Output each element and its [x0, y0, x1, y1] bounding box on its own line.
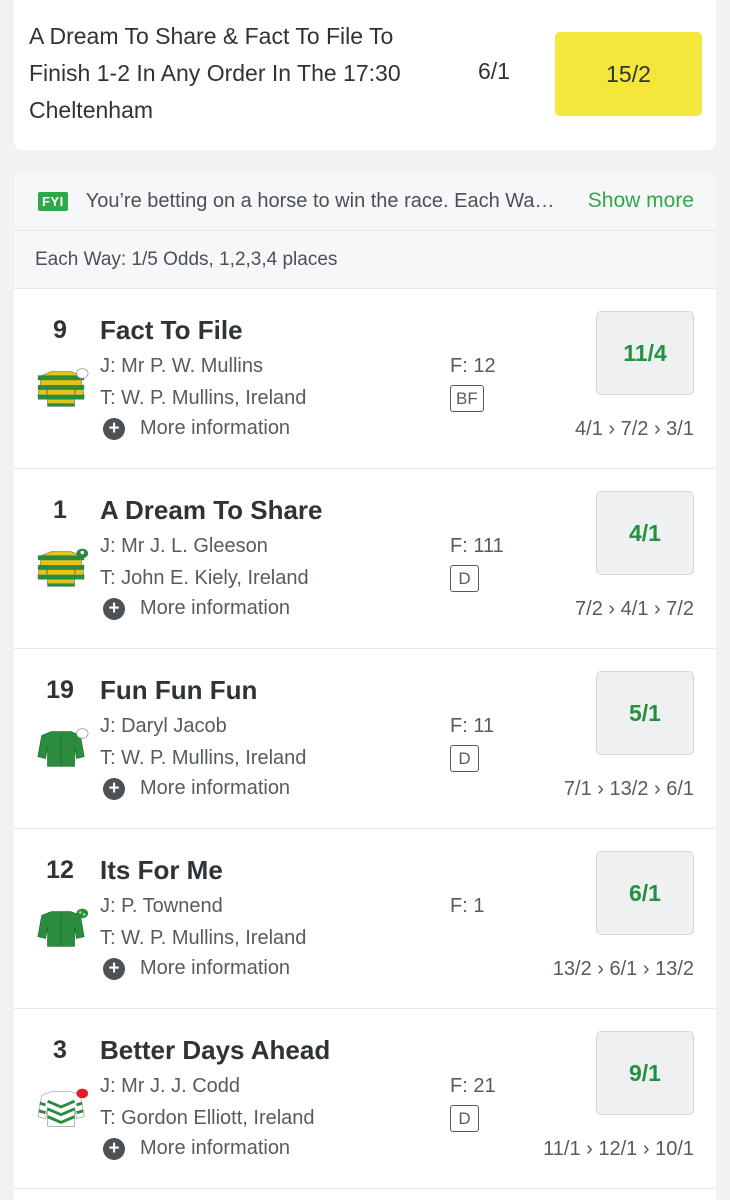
price-button[interactable]: 5/1 [596, 671, 694, 755]
more-information-label: More information [140, 1137, 291, 1159]
jockey-silk-icon [34, 721, 90, 771]
runner-list: 9 Fact To File J: Mr P. W. Mullins T: W.… [14, 289, 716, 1189]
more-information-label: More information [140, 957, 291, 979]
price-history: 7/2 › 4/1 › 7/2 [575, 598, 694, 620]
runner-jockey: J: P. Townend [100, 895, 223, 917]
runner-name: Its For Me [100, 855, 223, 885]
jockey-silk-icon [34, 361, 90, 411]
jockey-silk-icon [34, 1081, 90, 1131]
fyi-badge: FYI [38, 191, 68, 211]
race-card: FYI You’re betting on a horse to win the… [14, 172, 716, 1200]
original-odds: 6/1 [478, 58, 510, 84]
bet-offer-card: A Dream To Share & Fact To File To Finis… [14, 0, 716, 150]
more-information-label: More information [140, 417, 291, 439]
price-history: 4/1 › 7/2 › 3/1 [575, 418, 694, 440]
runner-jockey: J: Mr P. W. Mullins [100, 355, 263, 377]
runner-row: 19 Fun Fun Fun J: Daryl Jacob T: W. P. M… [14, 649, 716, 829]
runner-number: 1 [53, 496, 67, 524]
runner-form: F: 1 [450, 895, 485, 917]
runner-number: 19 [46, 676, 74, 704]
more-information-label: More information [140, 597, 291, 619]
runner-name: Fun Fun Fun [100, 675, 258, 705]
runner-badge: D [450, 745, 479, 772]
runner-badge: BF [450, 385, 484, 412]
runner-number: 3 [53, 1036, 67, 1064]
plus-icon: + [103, 1137, 125, 1160]
runner-name: A Dream To Share [100, 495, 323, 525]
runner-form: F: 21 [450, 1075, 496, 1097]
price-button[interactable]: 6/1 [596, 851, 694, 935]
runner-trainer: T: W. P. Mullins, Ireland [100, 747, 307, 769]
plus-icon: + [103, 777, 125, 800]
runner-jockey: J: Mr J. L. Gleeson [100, 535, 268, 557]
runner-form: F: 111 [450, 535, 504, 557]
each-way-terms: Each Way: 1/5 Odds, 1,2,3,4 places [14, 231, 716, 289]
runner-name: Fact To File [100, 315, 243, 345]
runner-trainer: T: W. P. Mullins, Ireland [100, 927, 307, 949]
runner-row: 12 Its For Me J: P. Townend T: W. P. Mul… [14, 829, 716, 1009]
price-button[interactable]: 11/4 [596, 311, 694, 395]
fyi-text: You’re betting on a horse to win the rac… [85, 189, 555, 212]
plus-icon: + [103, 957, 125, 980]
runner-trainer: T: W. P. Mullins, Ireland [100, 387, 307, 409]
bet-offer-title: A Dream To Share & Fact To File To Finis… [29, 23, 401, 123]
runner-row: 9 Fact To File J: Mr P. W. Mullins T: W.… [14, 289, 716, 469]
boosted-odds-button[interactable]: 15/2 [555, 32, 702, 116]
fyi-banner: FYI You’re betting on a horse to win the… [14, 172, 716, 231]
runner-jockey: J: Daryl Jacob [100, 715, 227, 737]
runner-form: F: 12 [450, 355, 496, 377]
show-more-link[interactable]: Show more [588, 189, 694, 213]
runner-row: 1 A Dream To Share J: Mr J. L. Gleeson T… [14, 469, 716, 649]
runner-badge: D [450, 1105, 479, 1132]
runner-badge: D [450, 565, 479, 592]
runner-number: 12 [46, 856, 74, 884]
more-information-label: More information [140, 777, 291, 799]
jockey-silk-icon [34, 541, 90, 591]
runner-row: 3 Better Days Ahead J: Mr J. J. Codd T: … [14, 1009, 716, 1189]
runner-jockey: J: Mr J. J. Codd [100, 1075, 241, 1097]
price-button[interactable]: 4/1 [596, 491, 694, 575]
more-information-toggle[interactable]: + More information [103, 417, 290, 440]
runner-name: Better Days Ahead [100, 1035, 331, 1065]
more-information-toggle[interactable]: + More information [103, 957, 290, 980]
more-information-toggle[interactable]: + More information [103, 777, 290, 800]
runner-trainer: T: Gordon Elliott, Ireland [100, 1107, 315, 1129]
price-history: 7/1 › 13/2 › 6/1 [563, 778, 694, 800]
price-button[interactable]: 9/1 [596, 1031, 694, 1115]
plus-icon: + [103, 597, 125, 620]
runner-form: F: 11 [450, 715, 495, 737]
jockey-silk-icon [34, 901, 90, 951]
price-history: 13/2 › 6/1 › 13/2 [552, 958, 694, 980]
plus-icon: + [103, 417, 125, 440]
more-information-toggle[interactable]: + More information [103, 1137, 290, 1160]
runner-trainer: T: John E. Kiely, Ireland [100, 567, 309, 589]
price-history: 11/1 › 12/1 › 10/1 [543, 1138, 694, 1160]
runner-number: 9 [53, 316, 67, 344]
more-information-toggle[interactable]: + More information [103, 597, 290, 620]
